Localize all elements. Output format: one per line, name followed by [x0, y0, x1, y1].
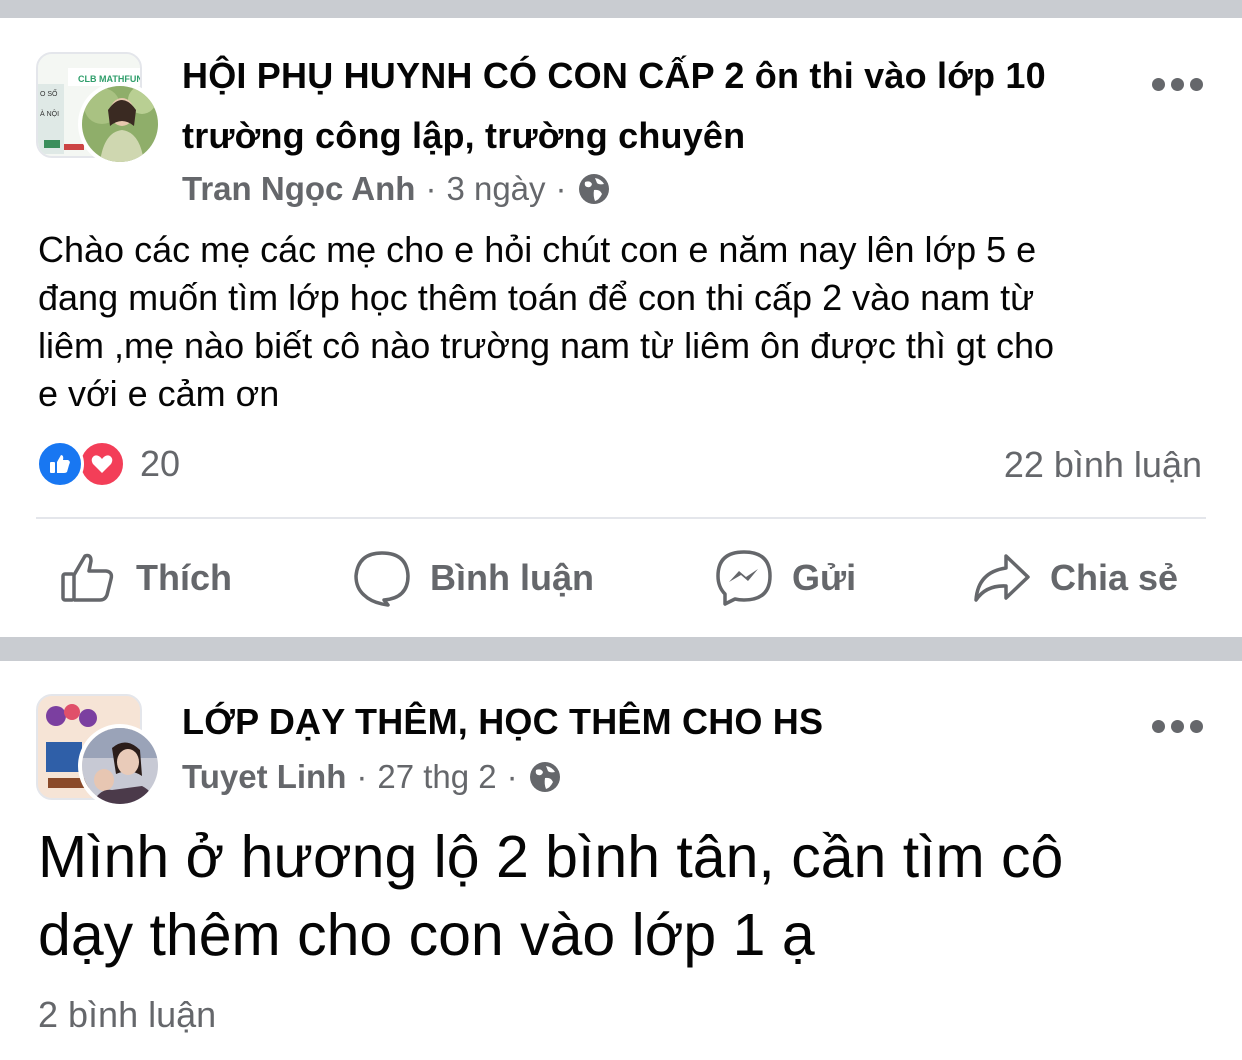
group-name-line2[interactable]: trường công lập, trường chuyên — [182, 106, 745, 166]
meta-separator: · — [506, 758, 518, 795]
share-arrow-icon — [974, 554, 1030, 602]
more-dot — [1171, 720, 1184, 733]
comment-bubble-icon — [354, 551, 410, 607]
author-name[interactable]: Tran Ngọc Anh — [182, 170, 415, 208]
meta-separator: · — [356, 758, 368, 795]
user-avatar[interactable] — [78, 724, 162, 808]
post-text: Chào các mẹ các mẹ cho e hỏi chút con e … — [38, 226, 1208, 418]
meta-separator: · — [425, 170, 437, 207]
globe-icon — [529, 762, 560, 792]
reactions-summary[interactable]: 20 — [36, 440, 180, 488]
post-text-line: dạy thêm cho con vào lớp 1 ạ — [38, 902, 815, 968]
messenger-icon — [716, 550, 772, 606]
group-name[interactable]: LỚP DẠY THÊM, HỌC THÊM CHO HS — [182, 692, 823, 752]
meta-separator: · — [555, 170, 567, 207]
share-label: Chia sẻ — [1050, 557, 1179, 598]
post-text-line: Mình ở hương lộ 2 bình tân, cần tìm cô — [38, 824, 1064, 890]
svg-text:À NỘI: À NỘI — [40, 109, 59, 118]
post-text-line: đang muốn tìm lớp học thêm toán để con t… — [38, 277, 1035, 318]
more-dot — [1152, 720, 1165, 733]
more-options-button[interactable] — [1152, 78, 1203, 91]
comments-count[interactable]: 2 bình luận — [38, 990, 216, 1040]
more-dot — [1171, 78, 1184, 91]
comment-button[interactable]: Bình luận — [352, 543, 594, 613]
more-options-button[interactable] — [1152, 720, 1203, 733]
post-meta: Tran Ngọc Anh · 3 ngày · — [182, 170, 611, 208]
group-avatar[interactable]: CLB MATHFUN O SỐ À NỘI — [36, 52, 162, 166]
comment-label: Bình luận — [430, 557, 594, 598]
like-label: Thích — [136, 557, 232, 598]
love-reaction-icon — [78, 440, 126, 488]
user-avatar[interactable] — [78, 82, 162, 166]
group-avatar[interactable] — [36, 694, 162, 808]
post-time[interactable]: 27 thg 2 — [377, 758, 496, 796]
post-meta: Tuyet Linh · 27 thg 2 · — [182, 758, 562, 796]
more-dot — [1152, 78, 1165, 91]
share-button[interactable]: Chia sẻ — [972, 543, 1178, 613]
comments-count[interactable]: 22 bình luận — [1004, 440, 1202, 490]
post-text: Mình ở hương lộ 2 bình tân, cần tìm cô d… — [38, 818, 1208, 974]
post-time[interactable]: 3 ngày — [446, 170, 545, 208]
group-name-line1[interactable]: HỘI PHỤ HUYNH CÓ CON CẤP 2 ôn thi vào lớ… — [182, 46, 1046, 106]
thumbs-up-icon — [61, 553, 114, 602]
more-dot — [1190, 78, 1203, 91]
post-text-line: e với e cảm ơn — [38, 373, 280, 414]
feed-separator — [0, 637, 1242, 661]
like-button[interactable]: Thích — [58, 543, 232, 613]
reaction-count: 20 — [140, 443, 181, 484]
send-button[interactable]: Gửi — [714, 543, 856, 613]
post-text-line: liêm ,mẹ nào biết cô nào trường nam từ l… — [38, 325, 1054, 366]
globe-icon — [578, 174, 609, 204]
feed-separator — [0, 0, 1242, 18]
send-label: Gửi — [792, 557, 857, 598]
like-reaction-icon — [36, 440, 84, 488]
author-name[interactable]: Tuyet Linh — [182, 758, 346, 796]
divider — [36, 517, 1206, 519]
more-dot — [1190, 720, 1203, 733]
post-text-line: Chào các mẹ các mẹ cho e hỏi chút con e … — [38, 229, 1037, 270]
